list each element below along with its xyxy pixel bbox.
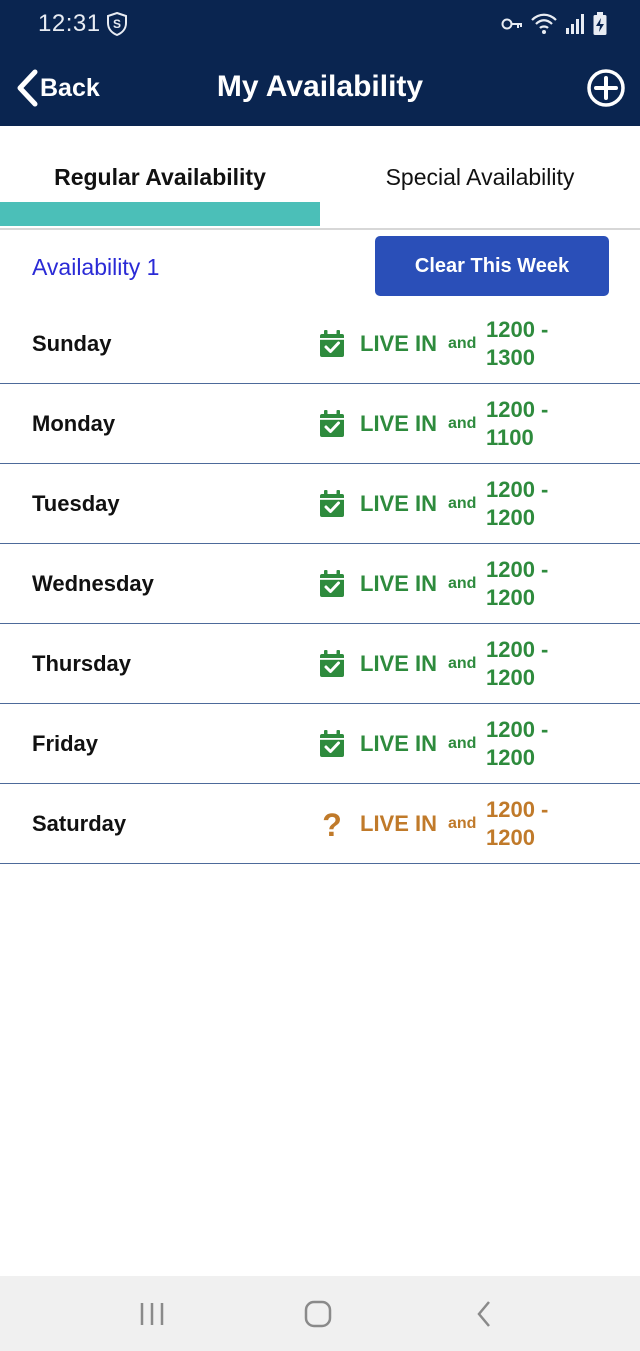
key-icon [501,18,522,30]
svg-text:?: ? [322,809,342,839]
wifi-icon [531,13,557,34]
day-row-thursday[interactable]: Thursday LIVE IN and 1200 - 1200 [0,624,640,704]
time-start: 1200 - [486,637,549,662]
tab-bar: Regular Availability Special Availabilit… [0,126,640,230]
time-end: 1300 [486,345,535,370]
question-mark-icon: ? [322,809,342,839]
add-circle-icon[interactable] [586,68,626,108]
availability-joiner: and [448,335,477,352]
calendar-check-icon [320,410,344,437]
day-name: Sunday [32,331,112,356]
day-row-tuesday[interactable]: Tuesday LIVE IN and 1200 - 1200 [0,464,640,544]
app-header: Back My Availability [0,50,640,126]
clear-this-week-button[interactable]: Clear This Week [375,236,609,296]
availability-type: LIVE IN [360,571,438,596]
day-row-wednesday[interactable]: Wednesday LIVE IN and 1200 - 1200 [0,544,640,624]
calendar-check-icon [320,330,344,357]
availability-joiner: and [448,495,477,512]
status-icons [500,11,608,37]
day-name: Friday [32,731,99,756]
day-name: Wednesday [32,571,154,596]
battery-charging-icon [593,12,607,35]
time-end: 1200 [486,825,535,850]
availability-time-range: 1200 - 1200 [486,716,548,772]
time-end: 1200 [486,665,535,690]
availability-type: LIVE IN [360,731,438,756]
day-name: Thursday [32,651,132,676]
availability-time-range: 1200 - 1100 [486,396,548,452]
status-bar: 12:31 S [0,0,640,50]
day-list: Sunday LIVE IN and 1200 - 1300 Monday LIVE IN a… [0,304,640,864]
time-end: 1200 [486,745,535,770]
calendar-check-icon [320,570,344,597]
availability-type: LIVE IN [360,411,438,436]
availability-time-range: 1200 - 1200 [486,636,548,692]
calendar-check-icon [320,730,344,757]
signal-icon [566,14,584,34]
availability-joiner: and [448,655,477,672]
availability-joiner: and [448,415,477,432]
availability-joiner: and [448,735,477,752]
time-start: 1200 - [486,717,549,742]
availability-time-range: 1200 - 1200 [486,476,548,532]
availability-type: LIVE IN [360,491,438,516]
shield-s-icon: S [107,12,127,36]
day-name: Tuesday [32,491,120,516]
time-start: 1200 - [486,477,549,502]
time-start: 1200 - [486,397,549,422]
time-start: 1200 - [486,797,549,822]
availability-screen: 12:31 S Back My Availability Regular Ava… [0,0,640,1351]
tab-regular-availability[interactable]: Regular Availability [0,126,320,226]
tab-label: Special Availability [385,164,575,190]
calendar-check-icon [320,490,344,517]
home-icon[interactable] [298,1296,338,1332]
availability-time-range: 1200 - 1200 [486,556,548,612]
availability-type: LIVE IN [360,651,438,676]
availability-name-link[interactable]: Availability 1 [32,254,159,281]
availability-time-range: 1200 - 1300 [486,316,548,372]
availability-header: Availability 1 Clear This Week [0,228,640,304]
day-name: Monday [32,411,116,436]
svg-text:S: S [113,17,121,31]
calendar-check-icon [320,650,344,677]
time-start: 1200 - [486,317,549,342]
tab-special-availability[interactable]: Special Availability [320,126,640,226]
availability-time-range: 1200 - 1200 [486,796,548,852]
status-time: 12:31 [38,10,101,37]
system-nav-bar [0,1276,640,1351]
time-end: 1200 [486,585,535,610]
day-row-saturday[interactable]: Saturday? LIVE IN and 1200 - 1200 [0,784,640,864]
day-row-sunday[interactable]: Sunday LIVE IN and 1200 - 1300 [0,304,640,384]
availability-type: LIVE IN [360,811,438,836]
recent-apps-icon[interactable] [132,1296,172,1332]
page-title: My Availability [216,70,424,103]
day-row-friday[interactable]: Friday LIVE IN and 1200 - 1200 [0,704,640,784]
availability-joiner: and [448,815,477,832]
availability-joiner: and [448,575,477,592]
tab-label: Regular Availability [54,164,266,190]
availability-type: LIVE IN [360,331,438,356]
time-start: 1200 - [486,557,549,582]
day-name: Saturday [32,811,127,836]
time-end: 1100 [486,425,534,450]
nav-back-icon[interactable] [464,1296,504,1332]
time-end: 1200 [486,505,535,530]
tab-active-indicator [0,202,320,226]
day-row-monday[interactable]: Monday LIVE IN and 1200 - 1100 [0,384,640,464]
